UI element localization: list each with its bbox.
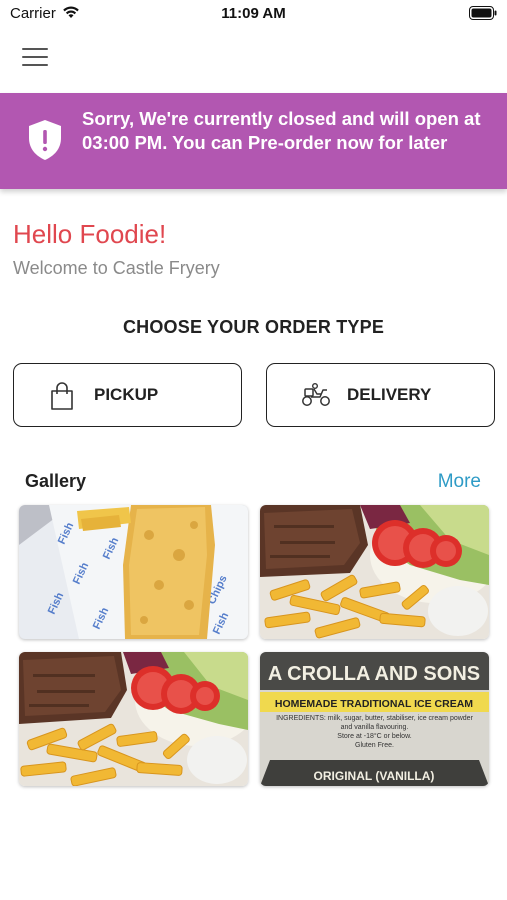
label-ingredients: INGREDIENTS: milk, sugar, butter, stabil… [276,715,473,731]
label-tagline: HOMEMADE TRADITIONAL ICE CREAM [275,698,473,710]
label-flavour: ORIGINAL (VANILLA) [314,769,435,783]
pickup-label: PICKUP [94,385,159,404]
fish-in-paper-photo[interactable]: Fish Fish Fish Fish Fish Chips Fish [19,505,248,639]
ice-cream-label-photo[interactable]: A CROLLA AND SONS HOMEMADE TRADITIONAL I… [260,652,489,786]
label-storage: Store at -18°C or below. [337,733,412,740]
steak-salad-chips-photo[interactable] [260,505,489,639]
closed-banner-message: Sorry, We're currently closed and will o… [82,108,481,153]
shopping-bag-icon [50,382,74,415]
scooter-icon [301,382,331,413]
menu-line-icon [22,64,48,66]
closed-notice-banner: Sorry, We're currently closed and will o… [0,93,507,189]
label-brand: A CROLLA AND SONS [268,663,480,685]
menu-line-icon [22,48,48,50]
clock-time: 11:09 AM [221,5,286,22]
pickup-button[interactable]: PICKUP [13,363,242,427]
hamburger-menu-button[interactable] [22,48,48,70]
battery-icon [469,6,497,25]
menu-line-icon [22,56,48,58]
steak-salad-chips-photo-2[interactable] [19,652,248,786]
shield-alert-icon [27,119,63,161]
order-type-heading: CHOOSE YOUR ORDER TYPE [122,317,385,337]
gallery-title: Gallery [25,471,87,491]
gallery-more-link[interactable]: More [438,471,481,493]
delivery-label: DELIVERY [347,385,432,404]
welcome-subtitle: Welcome to Castle Fryery [13,258,220,278]
status-bar: Carrier 11:09 AM [0,0,507,28]
label-gluten: Gluten Free. [355,742,394,749]
delivery-button[interactable]: DELIVERY [266,363,495,427]
greeting-title: Hello Foodie! [13,219,167,249]
